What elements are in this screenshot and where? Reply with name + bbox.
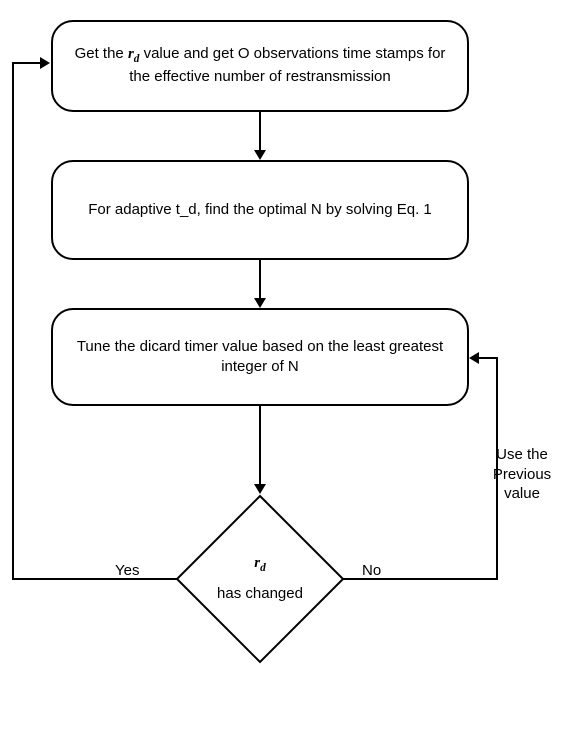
n3-text: Tune the dicard timer value based on the… [71,337,449,378]
process-find-optimal-n: For adaptive t_d, find the optimal N by … [51,160,469,260]
decision-line2: has changed [217,584,303,604]
n2-text: For adaptive t_d, find the optimal N by … [88,200,432,220]
process-tune-timer: Tune the dicard timer value based on the… [51,308,469,406]
label-use-previous: Use the Previous value [483,445,561,504]
connector [342,578,498,580]
arrowhead-down-icon [254,298,266,308]
n1-text-pre: Get the [75,45,128,62]
connector [478,357,498,359]
connector [12,578,178,580]
flowchart-canvas: Get the rd value and get O observations … [0,0,562,740]
decision-rd-changed: rd has changed [175,494,345,664]
process-get-rd: Get the rd value and get O observations … [51,20,469,112]
connector [12,62,14,580]
connector [259,260,261,300]
connector [12,62,42,64]
n1-text-post: value and get O observations time stamps… [129,45,445,85]
arrowhead-down-icon [254,150,266,160]
arrowhead-left-icon [469,352,479,364]
rd-symbol-sub-2: d [260,562,266,574]
arrowhead-down-icon [254,484,266,494]
connector [259,406,261,486]
decision-content: rd has changed [217,553,303,604]
connector [259,112,261,152]
decision-line1: rd [217,553,303,576]
process-get-rd-text: Get the rd value and get O observations … [71,44,449,87]
arrowhead-right-icon [40,57,50,69]
